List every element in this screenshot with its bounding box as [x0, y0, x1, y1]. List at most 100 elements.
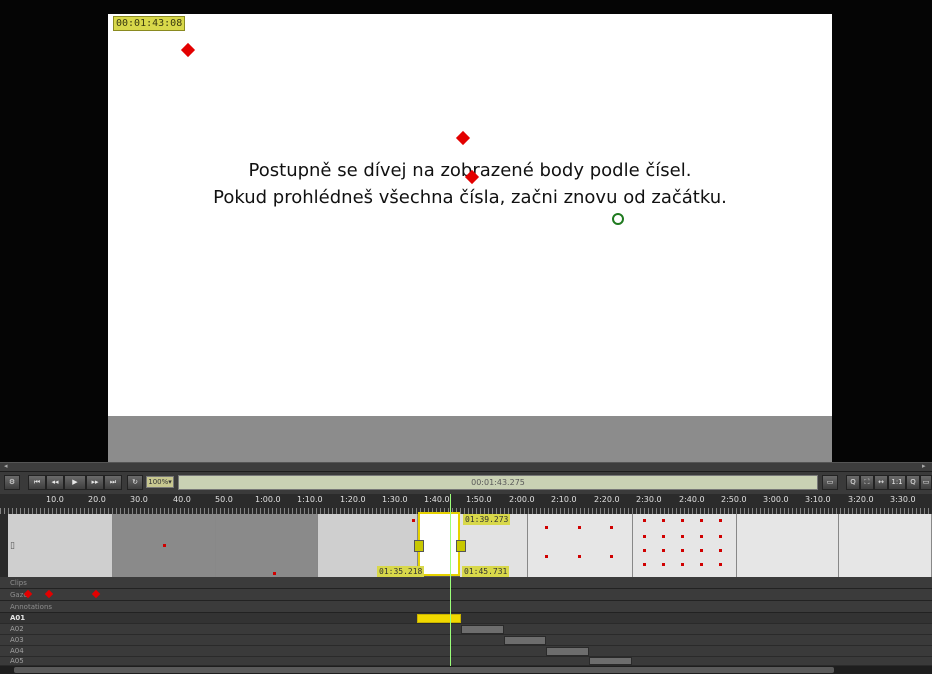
- zoom-in-button[interactable]: Q: [906, 475, 920, 490]
- fullscreen-icon[interactable]: ⛶: [860, 475, 874, 490]
- thumbnail-point: [719, 519, 722, 522]
- step-forward-button[interactable]: ▸▸: [86, 475, 104, 490]
- thumbnail[interactable]: [528, 514, 633, 577]
- loop-button[interactable]: ↻: [127, 475, 143, 490]
- thumbnail-point: [643, 549, 646, 552]
- zoom-fit-button[interactable]: ▭: [822, 475, 838, 490]
- slide-text-line-2: Pokud prohlédneš všechna čísla, začni zn…: [213, 187, 727, 208]
- thumbnail-point: [643, 519, 646, 522]
- ruler-tick-label: 2:50.0: [721, 495, 747, 504]
- track-row-annotations[interactable]: [0, 601, 932, 613]
- aoi-row[interactable]: [0, 613, 932, 624]
- aoi-label: A01: [10, 614, 26, 622]
- trim-start-handle[interactable]: [414, 540, 424, 552]
- ruler-tick-label: 1:30.0: [382, 495, 408, 504]
- aoi-active-segment[interactable]: [417, 614, 461, 623]
- track-label: Annotations: [10, 603, 53, 611]
- timeline-playhead[interactable]: [450, 494, 451, 666]
- stimulus-bottom-band: [108, 416, 832, 462]
- thumbnail-point: [719, 563, 722, 566]
- track-label: Clips: [10, 579, 27, 587]
- thumbnail[interactable]: [8, 514, 113, 577]
- thumbnail-point: [700, 549, 703, 552]
- ruler-tick-label: 1:40.0: [424, 495, 450, 504]
- ruler-tick-label: 50.0: [215, 495, 233, 504]
- thumbnail-point: [545, 555, 548, 558]
- track-row-gaze[interactable]: [0, 589, 932, 601]
- ruler-tick-label: 3:30.0: [890, 495, 916, 504]
- scrollbar-thumb[interactable]: [14, 667, 834, 673]
- settings-gear-icon[interactable]: ⚙: [4, 475, 20, 490]
- video-timecode-overlay: 00:01:43:08: [113, 16, 186, 31]
- thumbnail-point: [662, 535, 665, 538]
- skip-to-end-button[interactable]: ⏭: [104, 475, 122, 490]
- thumbnail-point: [700, 519, 703, 522]
- thumbnail-point: [662, 519, 665, 522]
- ruler-tick-label: 3:20.0: [848, 495, 874, 504]
- aoi-row[interactable]: [0, 657, 932, 666]
- aoi-label: A02: [10, 625, 24, 633]
- thumbnail[interactable]: [633, 514, 737, 577]
- ruler-tick-label: 1:20.0: [340, 495, 366, 504]
- thumbnail-point: [273, 572, 276, 575]
- fit-width-button[interactable]: ↔: [874, 475, 888, 490]
- panel-splitter[interactable]: [0, 462, 932, 472]
- selection-end-badge: 01:45.731: [462, 566, 510, 577]
- thumbnail-point: [662, 549, 665, 552]
- strip-scroll-handle-icon[interactable]: ▯: [10, 541, 15, 551]
- skip-to-start-button[interactable]: ⏮: [28, 475, 46, 490]
- ruler-tick-label: 2:30.0: [636, 495, 662, 504]
- actual-size-button[interactable]: 1:1: [888, 475, 906, 490]
- thumbnail-point: [719, 549, 722, 552]
- thumbnail-point: [681, 549, 684, 552]
- selected-time-badge: 01:39.273: [463, 514, 511, 525]
- ruler-tick-label: 3:10.0: [805, 495, 831, 504]
- thumbnail-point: [578, 526, 581, 529]
- aoi-segment[interactable]: [546, 647, 589, 656]
- thumbnail-point: [545, 526, 548, 529]
- ruler-tick-label: 2:10.0: [551, 495, 577, 504]
- ruler-tick-label: 1:00.0: [255, 495, 281, 504]
- gaze-point-marker: [612, 213, 624, 225]
- panel-options-button[interactable]: ▭: [920, 475, 932, 490]
- thumbnail-point: [719, 535, 722, 538]
- ruler-tick-label: 20.0: [88, 495, 106, 504]
- aoi-segment[interactable]: [461, 625, 504, 634]
- splitter-right-arrow-icon[interactable]: ▸: [922, 463, 926, 470]
- thumbnail[interactable]: [737, 514, 839, 577]
- thumbnail-point: [643, 535, 646, 538]
- thumbnail-point: [681, 563, 684, 566]
- selection-start-badge: 01:35.218: [377, 566, 425, 577]
- aoi-segment[interactable]: [504, 636, 546, 645]
- playback-rate-select[interactable]: 100%▾: [146, 476, 174, 488]
- play-button[interactable]: ▶: [64, 475, 86, 490]
- ruler-tick-label: 2:00.0: [509, 495, 535, 504]
- trim-end-handle[interactable]: [456, 540, 466, 552]
- ruler-tick-label: 40.0: [173, 495, 191, 504]
- thumbnail-point: [681, 519, 684, 522]
- aoi-row[interactable]: [0, 635, 932, 646]
- thumbnail-point: [610, 555, 613, 558]
- thumbnail-point: [681, 535, 684, 538]
- zoom-out-button[interactable]: Q: [846, 475, 860, 490]
- ruler-tick-label: 10.0: [46, 495, 64, 504]
- track-row-clips[interactable]: [0, 577, 932, 589]
- ruler-tick-label: 1:50.0: [466, 495, 492, 504]
- aoi-label: A03: [10, 636, 24, 644]
- ruler-tick-label: 30.0: [130, 495, 148, 504]
- aoi-segment[interactable]: [589, 657, 632, 665]
- ruler-tick-label: 2:40.0: [679, 495, 705, 504]
- splitter-left-arrow-icon[interactable]: ◂: [4, 463, 8, 470]
- thumbnail-point: [662, 563, 665, 566]
- thumbnail[interactable]: [216, 514, 318, 577]
- ruler-tick-label: 2:20.0: [594, 495, 620, 504]
- thumbnail-point: [412, 519, 415, 522]
- current-time-display[interactable]: 00:01:43.275: [178, 475, 818, 490]
- step-back-button[interactable]: ◂◂: [46, 475, 64, 490]
- thumbnail-point: [578, 555, 581, 558]
- stimulus-slide: [108, 14, 832, 416]
- thumbnail-point: [700, 535, 703, 538]
- thumbnail-point: [610, 526, 613, 529]
- thumbnail[interactable]: [839, 514, 932, 577]
- aoi-row[interactable]: [0, 646, 932, 657]
